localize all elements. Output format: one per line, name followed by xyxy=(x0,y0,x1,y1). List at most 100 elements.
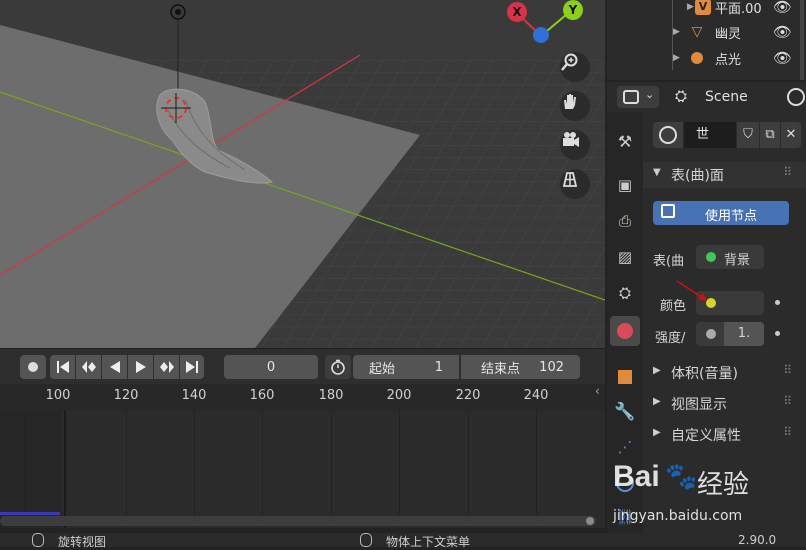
surface-label: 表(曲 xyxy=(653,254,685,269)
outliner-item-ghost[interactable]: ▶ ▽ 幽灵 👁 xyxy=(607,19,806,45)
world-icon[interactable] xyxy=(787,88,805,106)
viewport-display-section-title: 视图显示 xyxy=(671,397,727,413)
camera-icon xyxy=(563,132,579,147)
expand-arrow-icon[interactable]: ▶ xyxy=(687,2,694,12)
world-browse-button[interactable] xyxy=(653,122,683,148)
volume-section-header[interactable]: ▶ 体积(音量) ⠿ xyxy=(643,360,806,384)
tab-tool[interactable]: ⚒ xyxy=(610,126,640,156)
world-name-field[interactable]: 世 xyxy=(684,122,736,148)
jump-start-button[interactable] xyxy=(50,355,75,379)
collapse-arrow-icon[interactable]: ‹ xyxy=(595,384,605,410)
camera-view-button[interactable] xyxy=(560,130,590,160)
world-icon xyxy=(659,126,677,144)
tab-object[interactable] xyxy=(610,362,640,392)
timeline-header: 0 起始 1 结束点 102 xyxy=(0,348,605,385)
next-keyframe-button[interactable] xyxy=(154,355,179,379)
drag-handle-icon[interactable]: ⠿ xyxy=(783,425,792,439)
record-icon xyxy=(28,362,38,372)
eye-visibility-icon[interactable]: 👁 xyxy=(773,0,792,16)
timeline-area[interactable] xyxy=(0,410,605,528)
use-nodes-button[interactable]: 使用节点 xyxy=(653,201,789,225)
outliner-scrollbar[interactable] xyxy=(800,0,804,80)
viewport-display-section-header[interactable]: ▶ 视图显示 ⠿ xyxy=(643,391,806,415)
3d-viewport[interactable]: X Y xyxy=(0,0,605,348)
tab-render[interactable]: ▣ xyxy=(610,170,640,200)
y-axis-gizmo-ball[interactable]: Y xyxy=(563,0,583,20)
scene-name[interactable]: Scene xyxy=(705,89,748,105)
timeline-ruler[interactable]: 100 120 140 160 180 200 220 240 ‹ xyxy=(0,384,605,410)
value-socket-icon xyxy=(706,329,716,339)
close-icon[interactable]: ✕ xyxy=(781,122,801,148)
chevron-down-icon: ⌄ xyxy=(645,88,655,101)
horizontal-scrollbar[interactable] xyxy=(0,516,596,526)
editor-type-dropdown[interactable]: ⌄ xyxy=(617,86,659,108)
node-tree-icon xyxy=(661,204,675,218)
expand-arrow-icon[interactable]: ▶ xyxy=(673,27,680,37)
end-frame-field[interactable]: 结束点 102 xyxy=(461,355,580,379)
tab-output[interactable]: ⎙ xyxy=(610,206,640,236)
ruler-tick: 160 xyxy=(249,388,275,403)
surface-shader-field[interactable]: 背景 xyxy=(696,245,764,269)
prev-keyframe-button[interactable] xyxy=(76,355,101,379)
z-axis-gizmo-ball[interactable] xyxy=(533,27,549,43)
end-frame-value: 102 xyxy=(539,359,564,375)
play-reverse-icon xyxy=(109,361,120,373)
tab-world[interactable] xyxy=(610,316,640,346)
fake-user-shield-icon[interactable]: ⛉ xyxy=(737,122,759,148)
surface-section-header[interactable]: ▼ 表(曲)面 ⠿ xyxy=(643,162,806,188)
keyframe-dot-icon[interactable] xyxy=(775,331,780,336)
x-axis-gizmo-ball[interactable]: X xyxy=(507,2,527,22)
eye-visibility-icon[interactable]: 👁 xyxy=(773,49,792,67)
tool-icon: ⚒ xyxy=(617,131,633,151)
tab-particles[interactable]: ⋰ xyxy=(610,432,640,462)
world-datablock[interactable]: 世 ⛉ ⧉ ✕ xyxy=(653,122,801,148)
drag-handle-icon[interactable]: ⠿ xyxy=(783,394,792,408)
grid-ortho-icon xyxy=(562,172,578,187)
drag-handle-icon[interactable]: ⠿ xyxy=(783,165,792,179)
properties-header: ⌄ ⛭ Scene xyxy=(607,82,806,112)
duplicate-icon[interactable]: ⧉ xyxy=(760,122,780,148)
particles-icon: ⋰ xyxy=(617,438,633,456)
start-frame-label: 起始 xyxy=(369,361,396,377)
ruler-tick: 120 xyxy=(113,388,139,403)
tab-scene[interactable]: ⛭ xyxy=(610,278,640,308)
start-frame-field[interactable]: 起始 1 xyxy=(353,355,459,379)
play-reverse-button[interactable] xyxy=(102,355,127,379)
properties-panel: 世 ⛉ ⧉ ✕ ▼ 表(曲)面 ⠿ 使用节点 表(曲 背景 颜色 强度/ 1. … xyxy=(613,112,806,533)
mouse-icon xyxy=(32,533,44,547)
zoom-button[interactable] xyxy=(560,52,590,82)
frame-range-bar xyxy=(0,512,60,515)
viewport-scene xyxy=(0,0,605,348)
eye-visibility-icon[interactable]: 👁 xyxy=(773,23,792,41)
tab-view-layer[interactable]: ▨ xyxy=(610,242,640,272)
tab-modifiers[interactable]: 🔧 xyxy=(610,397,640,427)
outliner-item-light[interactable]: ▶ 点光 👁 xyxy=(607,45,806,71)
play-button[interactable] xyxy=(128,355,153,379)
outliner-item-plane[interactable]: ▶ V 平面.00 👁 xyxy=(607,0,806,20)
watermark-brand: Bai xyxy=(613,460,660,493)
navigation-gizmo[interactable]: X Y xyxy=(505,0,605,50)
scene-icon: ⛭ xyxy=(675,87,688,105)
strength-field[interactable]: 1. xyxy=(696,322,764,346)
orthographic-toggle-button[interactable] xyxy=(560,169,590,199)
baidu-watermark: Bai 🐾 经验 jingyan.baidu.com xyxy=(613,460,803,530)
strength-value: 1. xyxy=(724,322,764,346)
chevron-right-icon: ▶ xyxy=(653,396,661,407)
current-frame-field[interactable]: 0 xyxy=(224,355,318,379)
custom-properties-section-header[interactable]: ▶ 自定义属性 ⠿ xyxy=(643,422,806,446)
outliner[interactable]: ▶ V 平面.00 👁 ▶ ▽ 幽灵 👁 ▶ 点光 👁 xyxy=(607,0,806,80)
jump-end-button[interactable] xyxy=(180,355,204,379)
pan-button[interactable] xyxy=(560,91,590,121)
keyframe-dot-icon[interactable] xyxy=(775,300,780,305)
hand-pan-icon xyxy=(564,94,576,109)
record-button[interactable] xyxy=(20,355,46,379)
surface-shader-value: 背景 xyxy=(724,253,751,268)
light-icon xyxy=(691,52,703,64)
frame-range-toggle[interactable] xyxy=(325,355,351,379)
ruler-tick: 220 xyxy=(455,388,481,403)
drag-handle-icon[interactable]: ⠿ xyxy=(783,363,792,377)
watermark-url: jingyan.baidu.com xyxy=(613,508,743,524)
paw-logo-icon: 🐾 xyxy=(665,462,698,492)
object-icon xyxy=(618,370,632,384)
expand-arrow-icon[interactable]: ▶ xyxy=(673,53,680,63)
